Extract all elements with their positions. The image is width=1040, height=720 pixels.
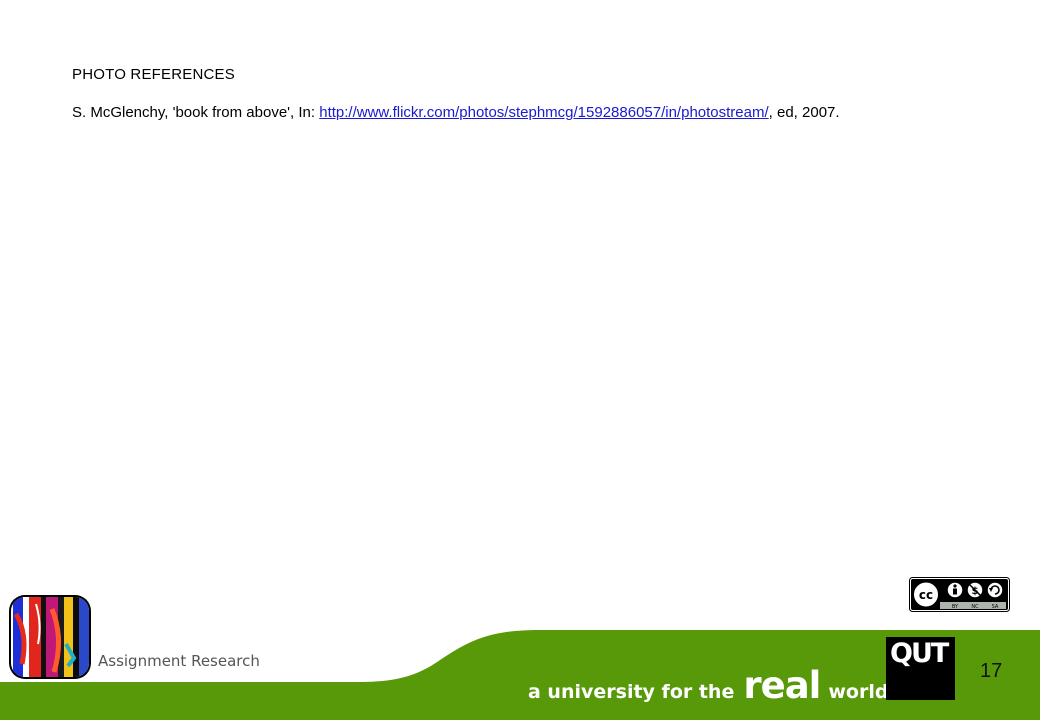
by-icon: [946, 581, 964, 599]
photo-reference: S. McGlenchy, 'book from above', In: htt…: [72, 104, 840, 121]
qut-logo: QUT: [886, 637, 955, 700]
tagline-part-3: world: [828, 681, 889, 703]
footer-course-label: Assignment Research: [98, 652, 260, 670]
nc-icon: $: [966, 581, 984, 599]
footer-tagline: a university for the real world ®: [528, 664, 903, 707]
tagline-part-2: real: [743, 664, 821, 707]
reference-suffix: , ed, 2007.: [768, 104, 840, 121]
course-logo: [9, 595, 91, 679]
tagline-part-1: a university for the: [528, 681, 735, 703]
slide: PHOTO REFERENCES S. McGlenchy, 'book fro…: [0, 0, 1040, 720]
reference-prefix: S. McGlenchy, 'book from above', In:: [72, 104, 320, 121]
sa-icon: [986, 581, 1004, 599]
section-heading: PHOTO REFERENCES: [72, 66, 235, 83]
page-number: 17: [980, 660, 1003, 682]
reference-link[interactable]: http://www.flickr.com/photos/stephmcg/15…: [319, 104, 768, 121]
qut-logo-text: QUT: [890, 638, 949, 669]
